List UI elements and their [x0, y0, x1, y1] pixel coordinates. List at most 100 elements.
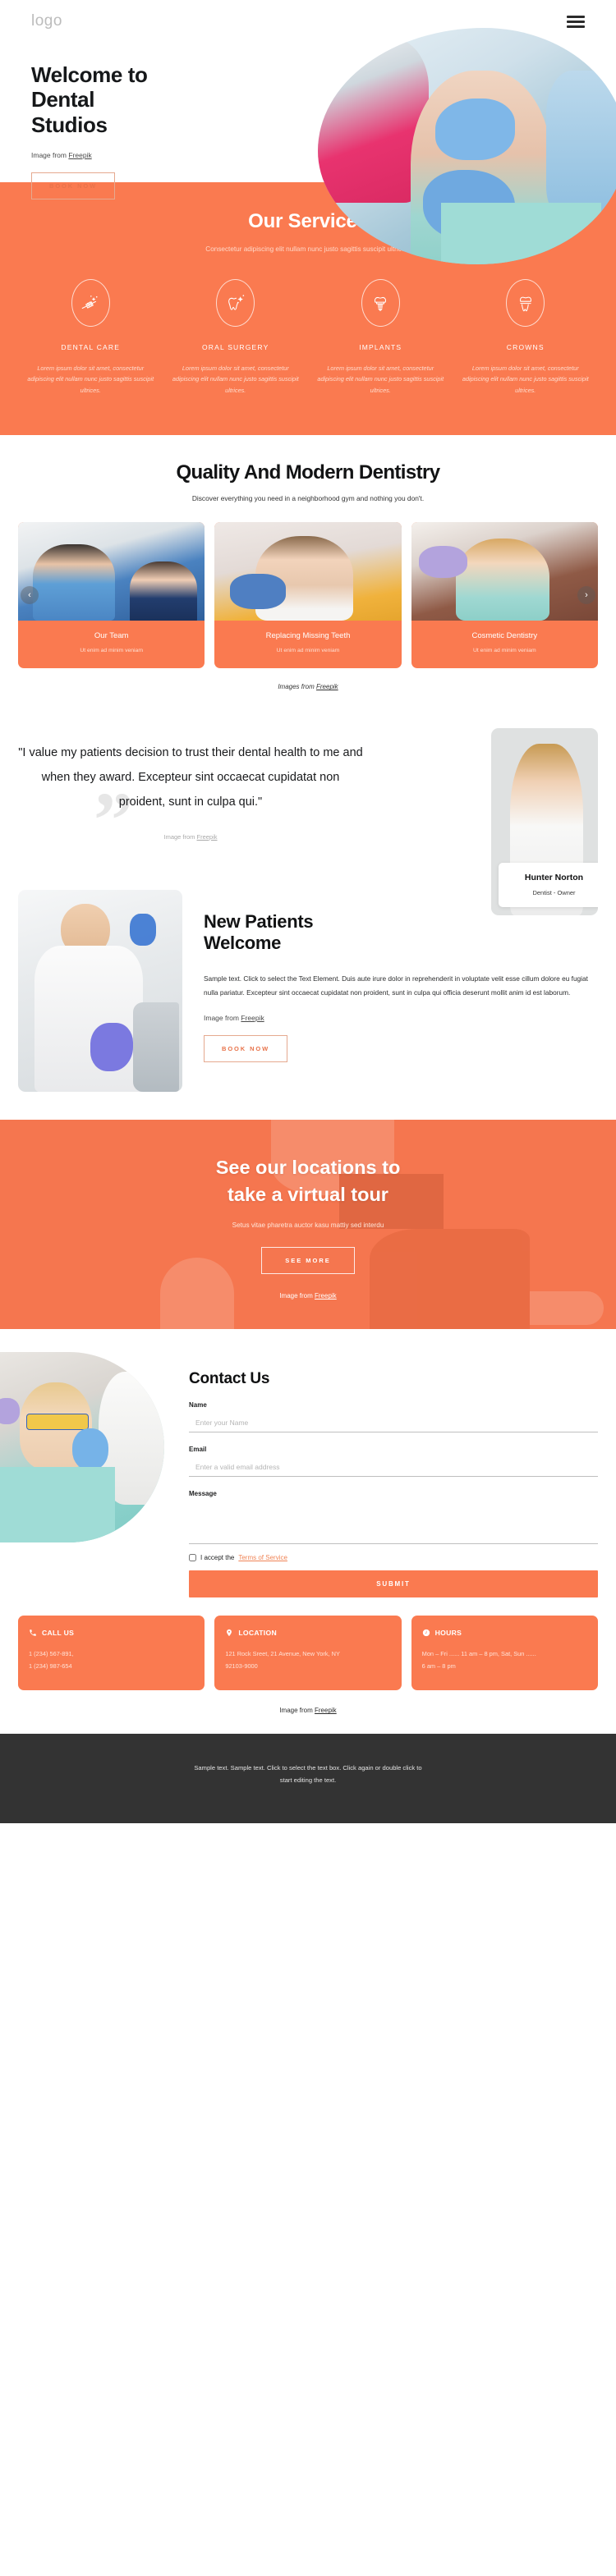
- info-line: 1 (234) 987-654: [29, 1662, 72, 1670]
- freepik-link[interactable]: Freepik: [68, 151, 91, 159]
- credit-prefix: Image from: [31, 151, 69, 160]
- info-line: Mon – Fri ...... 11 am – 8 pm, Sat, Sun …: [421, 1650, 536, 1658]
- new-patients-body: Sample text. Click to select the Text El…: [204, 974, 588, 997]
- image-shape: [72, 1428, 108, 1471]
- terms-label: I accept the: [200, 1554, 235, 1562]
- freepik-link[interactable]: Freepik: [315, 1707, 337, 1714]
- freepik-link[interactable]: Freepik: [315, 1292, 337, 1299]
- info-card-title: CALL US: [42, 1629, 75, 1638]
- service-item-dental-care[interactable]: DENTAL CARE Lorem ipsum dolor sit amet, …: [18, 279, 163, 396]
- card-body: Cosmetic Dentistry Ut enim ad minim veni…: [411, 621, 598, 668]
- hero-image-shape: [545, 70, 616, 218]
- name-label: Name: [189, 1401, 207, 1409]
- hero-title-line: Dental: [31, 87, 95, 112]
- info-line: 1 (234) 567-891,: [29, 1650, 74, 1658]
- info-card-hours[interactable]: HOURS Mon – Fri ...... 11 am – 8 pm, Sat…: [411, 1616, 598, 1691]
- service-item-implants[interactable]: IMPLANTS Lorem ipsum dolor sit amet, con…: [308, 279, 453, 396]
- new-patients-book-now-button[interactable]: BOOK NOW: [204, 1034, 288, 1062]
- terms-row[interactable]: I accept the Terms of Service: [189, 1554, 598, 1562]
- tour-title-line: See our locations to: [215, 1156, 401, 1178]
- hero-title: Welcome to Dental Studios: [31, 62, 278, 137]
- info-card-header: CALL US: [29, 1629, 194, 1637]
- service-description: Lorem ipsum dolor sit amet, consectetur …: [172, 364, 299, 394]
- see-more-button[interactable]: SEE MORE: [261, 1247, 355, 1275]
- image-shape: [130, 914, 156, 947]
- terms-checkbox[interactable]: [189, 1554, 196, 1562]
- card-title: Our Team: [94, 631, 129, 641]
- card-image: [18, 522, 205, 621]
- credit-prefix: Image from: [279, 1292, 315, 1300]
- quality-card-replacing-missing-teeth[interactable]: Replacing Missing Teeth Ut enim ad minim…: [214, 522, 402, 669]
- image-shape: [0, 1466, 115, 1543]
- service-name: IMPLANTS: [359, 343, 402, 351]
- message-field-group: Message: [189, 1490, 598, 1545]
- hero-image-shape: [441, 203, 601, 264]
- name-field-group: Name: [189, 1401, 598, 1433]
- card-title: Cosmetic Dentistry: [471, 631, 538, 641]
- quality-images-credit: Images from Freepik: [0, 683, 616, 690]
- quality-cards-carousel: ‹ › Our Team Ut enim ad minim veniam Rep…: [0, 522, 616, 669]
- new-patients-image: [18, 889, 182, 1092]
- tour-title-line: take a virtual tour: [228, 1183, 388, 1205]
- virtual-tour-section: See our locations to take a virtual tour…: [0, 1119, 616, 1330]
- info-line: 121 Rock Sreet, 21 Avenue, New York, NY: [225, 1650, 340, 1658]
- new-patients-title-line: Welcome: [204, 933, 282, 953]
- info-card-location[interactable]: LOCATION 121 Rock Sreet, 21 Avenue, New …: [214, 1616, 402, 1691]
- contact-section: Contact Us Name Email Message I accept t…: [0, 1329, 616, 1598]
- message-label: Message: [189, 1490, 217, 1498]
- image-shape: [90, 1022, 133, 1071]
- site-footer: Sample text. Sample text. Click to selec…: [0, 1734, 616, 1823]
- tour-subtitle: Setus vitae pharetra auctor kasu mattiy …: [232, 1222, 384, 1230]
- message-input[interactable]: [189, 1501, 598, 1545]
- image-shape: [0, 1398, 20, 1425]
- info-card-header: HOURS: [422, 1629, 587, 1637]
- service-description: Lorem ipsum dolor sit amet, consectetur …: [462, 364, 589, 394]
- image-shape: [34, 946, 143, 1092]
- burger-line: [567, 20, 585, 23]
- doctor-name-card: Hunter Norton Dentist - Owner: [499, 863, 598, 908]
- quality-card-our-team[interactable]: Our Team Ut enim ad minim veniam: [18, 522, 205, 669]
- doctor-name: Hunter Norton: [524, 873, 584, 883]
- bg-shape: [370, 1228, 530, 1330]
- terms-of-service-link[interactable]: Terms of Service: [238, 1554, 287, 1561]
- tour-image-credit: Image from Freepik: [0, 1292, 616, 1299]
- service-name: ORAL SURGERY: [202, 343, 269, 351]
- new-patients-title: New Patients Welcome: [204, 911, 598, 955]
- submit-button[interactable]: SUBMIT: [189, 1570, 598, 1598]
- freepik-link[interactable]: Freepik: [316, 683, 338, 690]
- testimonial-section: ” "I value my patients decision to trust…: [0, 704, 616, 916]
- info-line: 92103-9000: [225, 1662, 258, 1670]
- doctor-role: Dentist - Owner: [532, 889, 576, 897]
- dental-crown-icon: [506, 279, 545, 327]
- image-shape: [133, 1002, 179, 1092]
- service-item-oral-surgery[interactable]: ORAL SURGERY Lorem ipsum dolor sit amet,…: [163, 279, 309, 396]
- credit-prefix: Images from: [278, 683, 316, 691]
- testimonial-quote-block: ” "I value my patients decision to trust…: [18, 741, 363, 859]
- site-logo[interactable]: logo: [31, 12, 62, 30]
- service-name: DENTAL CARE: [61, 343, 121, 351]
- carousel-prev-icon[interactable]: ‹: [21, 586, 39, 605]
- info-line: 6 am – 8 pm: [421, 1662, 456, 1670]
- hero-title-line: Studios: [31, 112, 108, 137]
- bottom-image-credit: Image from Freepik: [0, 1707, 616, 1734]
- credit-prefix: Image from: [279, 1707, 315, 1715]
- info-card-call-us[interactable]: CALL US 1 (234) 567-891, 1 (234) 987-654: [18, 1616, 205, 1691]
- credit-prefix: Image from: [204, 1013, 241, 1022]
- info-card-header: LOCATION: [225, 1629, 390, 1637]
- hero-image: [318, 28, 616, 264]
- hamburger-menu-icon[interactable]: [567, 15, 585, 28]
- freepik-link[interactable]: Freepik: [197, 833, 218, 841]
- service-name: CROWNS: [506, 343, 545, 351]
- hero-book-now-button[interactable]: BOOK NOW: [31, 172, 116, 200]
- carousel-next-icon[interactable]: ›: [577, 586, 595, 605]
- service-description: Lorem ipsum dolor sit amet, consectetur …: [27, 364, 154, 394]
- hero-text-block: Welcome to Dental Studios Image from Fre…: [31, 62, 278, 200]
- card-body: Our Team Ut enim ad minim veniam: [18, 621, 205, 668]
- name-input[interactable]: [189, 1413, 598, 1433]
- quality-card-cosmetic-dentistry[interactable]: Cosmetic Dentistry Ut enim ad minim veni…: [411, 522, 598, 669]
- hero-image-shape: [434, 99, 515, 161]
- email-input[interactable]: [189, 1457, 598, 1478]
- service-item-crowns[interactable]: CROWNS Lorem ipsum dolor sit amet, conse…: [453, 279, 599, 396]
- info-card-title: LOCATION: [238, 1629, 277, 1638]
- freepik-link[interactable]: Freepik: [241, 1014, 264, 1022]
